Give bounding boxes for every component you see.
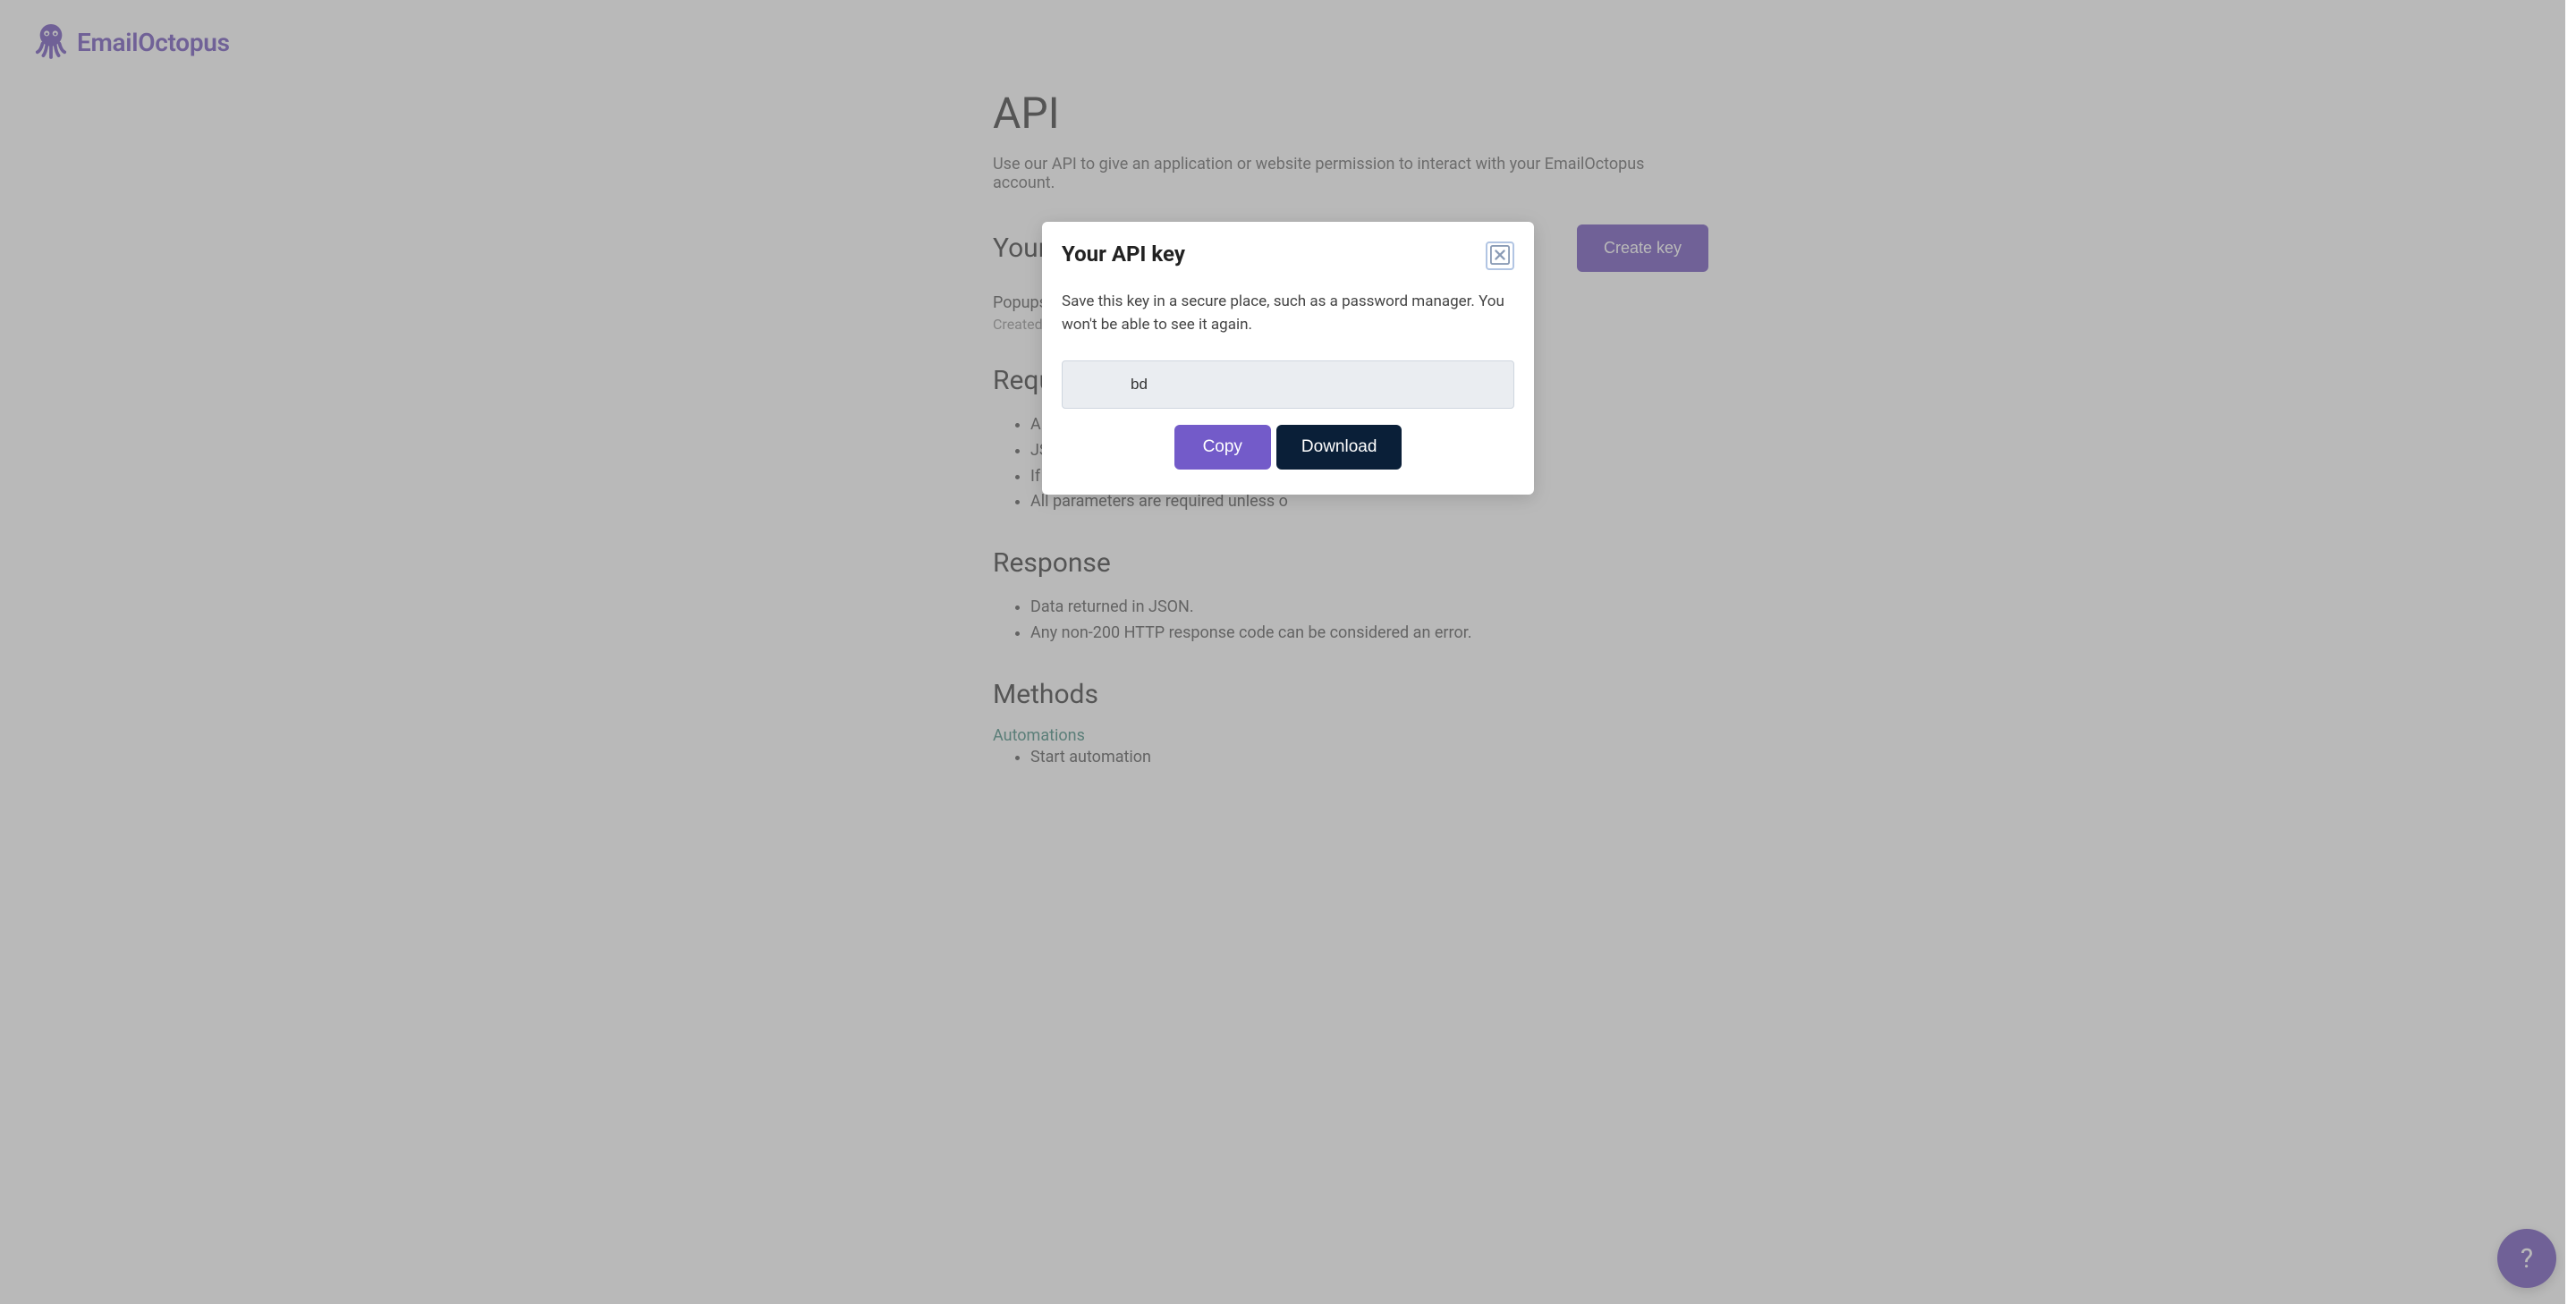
api-key-modal: Your API key Save this key in a secure p… bbox=[1042, 222, 1534, 495]
modal-description: Save this key in a secure place, such as… bbox=[1062, 290, 1514, 337]
api-key-field[interactable] bbox=[1062, 360, 1514, 409]
right-edge-strip bbox=[2565, 0, 2576, 1304]
modal-overlay[interactable] bbox=[0, 0, 2576, 1304]
download-button[interactable]: Download bbox=[1276, 425, 1402, 470]
modal-title: Your API key bbox=[1062, 241, 1185, 267]
close-icon bbox=[1490, 245, 1510, 267]
copy-button[interactable]: Copy bbox=[1174, 425, 1271, 470]
close-modal-button[interactable] bbox=[1486, 241, 1514, 270]
